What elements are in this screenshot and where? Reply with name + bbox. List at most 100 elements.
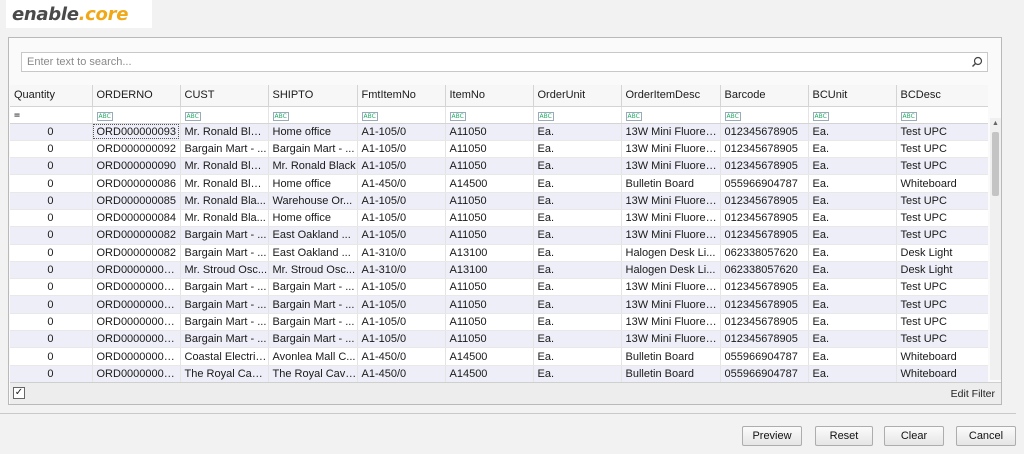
filter-cell[interactable]: ABC	[720, 106, 809, 124]
table-row[interactable]: 0 ORD000000000... Bargain Mart - ... Bargai…	[10, 330, 988, 349]
table-cell[interactable]: 0	[10, 192, 93, 210]
table-cell[interactable]: 0	[10, 157, 93, 176]
table-cell[interactable]: Bargain Mart - ...	[180, 313, 269, 332]
table-cell[interactable]: East Oakland ...	[268, 244, 358, 262]
table-cell[interactable]: A13100	[445, 244, 534, 262]
reset-button[interactable]: Reset	[815, 426, 873, 446]
text-filter-icon[interactable]: ABC	[625, 111, 642, 121]
filter-cell[interactable]: ABC	[808, 106, 897, 124]
table-cell[interactable]: Home office	[268, 174, 358, 193]
table-cell[interactable]: Bulletin Board	[621, 347, 721, 366]
table-cell[interactable]: A1-105/0	[357, 226, 446, 245]
table-cell[interactable]: Bargain Mart - ...	[268, 278, 358, 297]
table-cell[interactable]: Mr. Ronald Black	[180, 157, 269, 176]
table-cell[interactable]: Ea.	[533, 209, 622, 228]
table-cell[interactable]: 0	[10, 261, 93, 280]
table-cell[interactable]: A1-450/0	[357, 347, 446, 366]
table-cell[interactable]: Bulletin Board	[621, 365, 721, 383]
text-filter-icon[interactable]: ABC	[537, 111, 554, 121]
table-cell[interactable]: Test UPC	[896, 313, 988, 332]
table-cell[interactable]: Bargain Mart - ...	[268, 330, 358, 349]
table-cell[interactable]: 0	[10, 123, 93, 141]
table-cell[interactable]: ORD000000086	[92, 174, 181, 193]
column-header[interactable]: OrderUnit	[533, 85, 622, 107]
table-cell[interactable]: Ea.	[808, 140, 897, 159]
table-cell[interactable]: A1-105/0	[357, 123, 446, 141]
table-cell[interactable]: 0	[10, 365, 93, 383]
data-grid[interactable]: Quantity ORDERNO CUST SHIPTO FmtItemNo ItemNo…	[10, 85, 988, 418]
table-row[interactable]: 0 ORD000000086 Mr. Ronald Black Home office…	[10, 174, 988, 193]
table-cell[interactable]: The Royal Cave...	[180, 365, 269, 383]
column-header[interactable]: FmtItemNo	[357, 85, 446, 107]
table-cell[interactable]: Whiteboard	[896, 365, 988, 383]
table-row[interactable]: 0 ORD000000000... Coastal Electric... Avonl…	[10, 347, 988, 366]
table-cell[interactable]: 0	[10, 174, 93, 193]
table-cell[interactable]: 012345678905	[720, 192, 809, 210]
table-cell[interactable]: Ea.	[533, 313, 622, 332]
table-cell[interactable]: Mr. Stroud Osc...	[180, 261, 269, 280]
table-cell[interactable]: ORD000000084	[92, 209, 181, 228]
table-cell[interactable]: A11050	[445, 192, 534, 210]
table-cell[interactable]: 055966904787	[720, 365, 809, 383]
table-cell[interactable]: Mr. Ronald Black	[180, 123, 269, 141]
table-cell[interactable]: Warehouse Or...	[268, 192, 358, 210]
table-row[interactable]: 0 ORD000000093 Mr. Ronald Black Home office…	[10, 123, 988, 141]
table-cell[interactable]: Home office	[268, 209, 358, 228]
table-cell[interactable]: Whiteboard	[896, 347, 988, 366]
column-header[interactable]: BCUnit	[808, 85, 897, 107]
table-cell[interactable]: Ea.	[533, 157, 622, 176]
text-filter-icon[interactable]: ABC	[812, 111, 829, 121]
search-box[interactable]	[21, 52, 988, 72]
table-row[interactable]: 0 ORD000000000... Bargain Mart - ... Bargai…	[10, 313, 988, 332]
table-cell[interactable]: A11050	[445, 123, 534, 141]
filter-cell[interactable]: ABC	[896, 106, 988, 124]
table-cell[interactable]: A1-450/0	[357, 174, 446, 193]
table-cell[interactable]: A11050	[445, 209, 534, 228]
table-cell[interactable]: 062338057620	[720, 244, 809, 262]
table-cell[interactable]: Mr. Ronald Bla...	[180, 209, 269, 228]
table-cell[interactable]: Ea.	[533, 123, 622, 141]
table-cell[interactable]: Ea.	[808, 330, 897, 349]
table-cell[interactable]: 13W Mini Fluores...	[621, 209, 721, 228]
table-cell[interactable]: 0	[10, 278, 93, 297]
table-cell[interactable]: 0	[10, 330, 93, 349]
table-cell[interactable]: A1-105/0	[357, 157, 446, 176]
filter-cell[interactable]: ABC	[92, 106, 181, 124]
table-cell[interactable]: Bargain Mart - ...	[180, 295, 269, 314]
table-cell[interactable]: Ea.	[808, 123, 897, 141]
table-cell[interactable]: 012345678905	[720, 330, 809, 349]
table-cell[interactable]: 13W Mini Fluores...	[621, 330, 721, 349]
table-cell[interactable]: A11050	[445, 313, 534, 332]
table-cell[interactable]: ORD000000000...	[92, 347, 181, 366]
table-cell[interactable]: Ea.	[533, 261, 622, 280]
table-cell[interactable]: A1-105/0	[357, 330, 446, 349]
filter-cell[interactable]: ABC	[268, 106, 358, 124]
table-cell[interactable]: A1-105/0	[357, 140, 446, 159]
table-cell[interactable]: 012345678905	[720, 140, 809, 159]
table-cell[interactable]: Test UPC	[896, 123, 988, 141]
text-filter-icon[interactable]: ABC	[449, 111, 466, 121]
text-filter-icon[interactable]: ABC	[96, 111, 113, 121]
column-header[interactable]: BCDesc	[896, 85, 988, 107]
table-cell[interactable]: Test UPC	[896, 295, 988, 314]
table-cell[interactable]: Home office	[268, 123, 358, 141]
filter-cell[interactable]: ABC	[533, 106, 622, 124]
table-cell[interactable]: ORD000000082	[92, 226, 181, 245]
search-input[interactable]	[22, 53, 962, 71]
filter-cell[interactable]: ABC	[445, 106, 534, 124]
table-cell[interactable]: A13100	[445, 261, 534, 280]
table-cell[interactable]: Bargain Mart - ...	[268, 313, 358, 332]
table-cell[interactable]: Bulletin Board	[621, 174, 721, 193]
table-cell[interactable]: ORD000000093	[92, 123, 181, 141]
table-cell[interactable]: Ea.	[808, 295, 897, 314]
table-cell[interactable]: ORD000000000...	[92, 261, 181, 280]
table-cell[interactable]: Coastal Electric...	[180, 347, 269, 366]
table-cell[interactable]: Ea.	[808, 226, 897, 245]
table-cell[interactable]: Ea.	[808, 365, 897, 383]
table-cell[interactable]: 0	[10, 209, 93, 228]
table-cell[interactable]: ORD000000000...	[92, 313, 181, 332]
table-cell[interactable]: Ea.	[533, 330, 622, 349]
table-cell[interactable]: Ea.	[533, 295, 622, 314]
table-cell[interactable]: A1-450/0	[357, 365, 446, 383]
table-cell[interactable]: The Royal Cave...	[268, 365, 358, 383]
